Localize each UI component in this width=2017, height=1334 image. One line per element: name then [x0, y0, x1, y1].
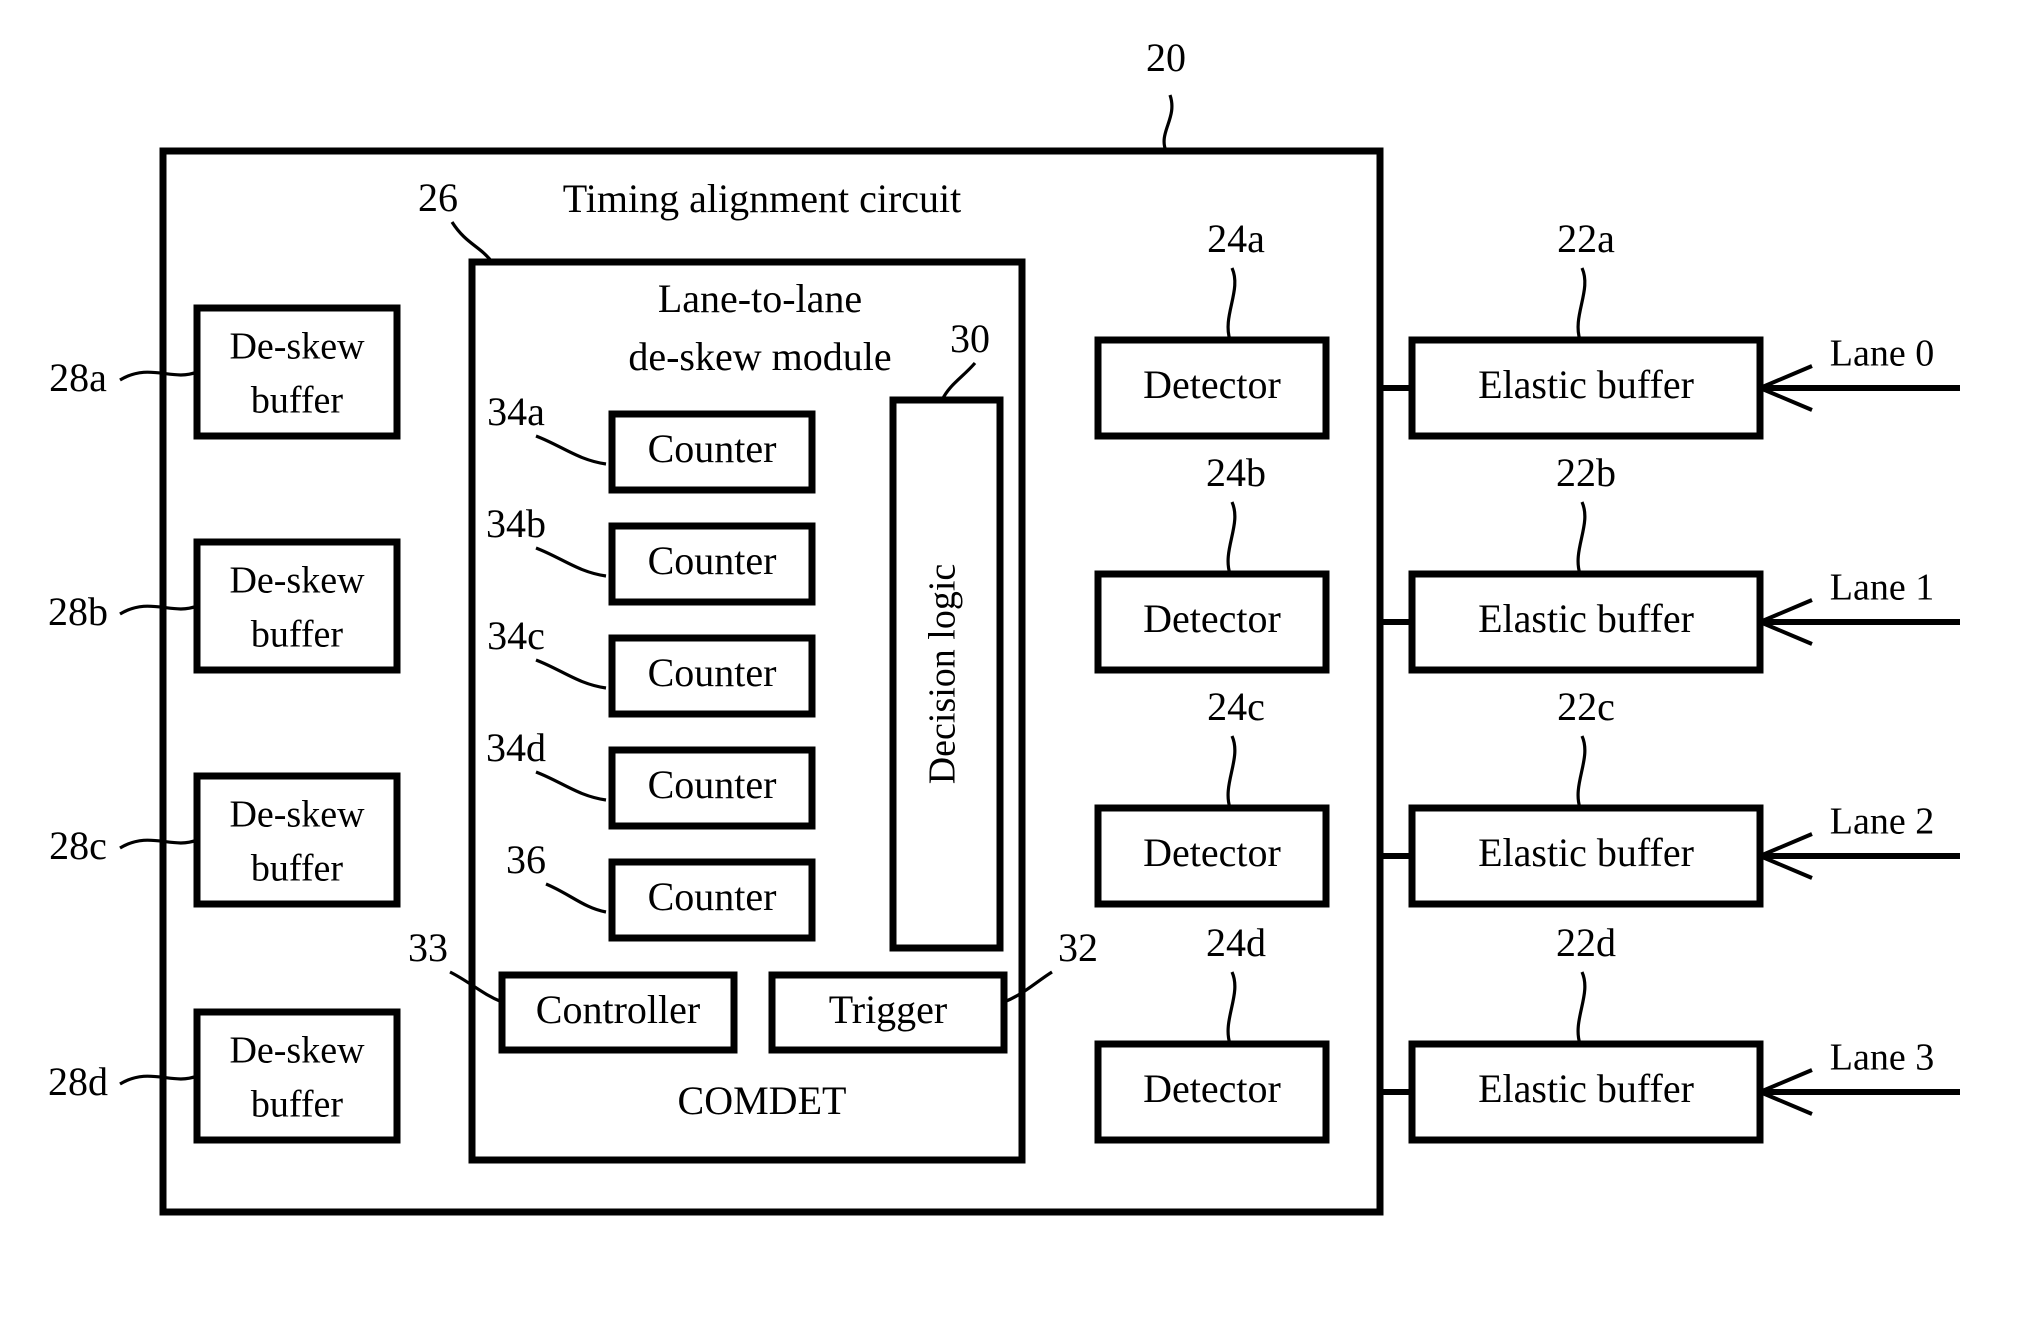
deskew-buffer-c-line2: buffer: [251, 848, 343, 890]
counter-c-label: Counter: [648, 650, 777, 695]
ref-label-26: 26: [418, 175, 458, 220]
decision-logic-label: Decision logic: [922, 564, 964, 785]
elastic-buffer-d-label: Elastic buffer: [1478, 1066, 1694, 1111]
leader-line-20: [1162, 94, 1174, 152]
leader-line-22c: [1576, 735, 1587, 809]
detector-d-label: Detector: [1143, 1066, 1281, 1111]
trigger-label: Trigger: [829, 987, 948, 1032]
counter-b-label: Counter: [648, 538, 777, 583]
diagram-svg: 20 Timing alignment circuit 26 Lane-to-l…: [48, 35, 1960, 1216]
outer-title: Timing alignment circuit: [563, 176, 962, 221]
ref-label-22d: 22d: [1556, 920, 1616, 965]
deskew-buffer-a-line2: buffer: [251, 380, 343, 422]
ref-label-36: 36: [506, 837, 546, 882]
ref-label-22a: 22a: [1557, 216, 1615, 261]
lane-1-label: Lane 1: [1830, 567, 1934, 609]
deskew-buffer-d-line1: De-skew: [229, 1030, 365, 1072]
ref-label-24a: 24a: [1207, 216, 1265, 261]
ref-label-24c: 24c: [1207, 684, 1265, 729]
figure-canvas: 20 Timing alignment circuit 26 Lane-to-l…: [0, 0, 2017, 1334]
deskew-buffer-c-line1: De-skew: [229, 794, 365, 836]
ref-label-28b: 28b: [48, 589, 108, 634]
ref-label-28a: 28a: [49, 355, 107, 400]
counter-a-label: Counter: [648, 426, 777, 471]
counter-e-label: Counter: [648, 874, 777, 919]
detector-b-label: Detector: [1143, 596, 1281, 641]
ref-label-33: 33: [408, 925, 448, 970]
ref-label-30: 30: [950, 316, 990, 361]
ref-label-34a: 34a: [487, 389, 545, 434]
ref-label-28d: 28d: [48, 1059, 108, 1104]
deskew-module-title-line1: Lane-to-lane: [658, 276, 862, 321]
lane-0-label: Lane 0: [1830, 333, 1934, 375]
ref-label-22c: 22c: [1557, 684, 1615, 729]
ref-label-34b: 34b: [486, 501, 546, 546]
lane-2-label: Lane 2: [1830, 801, 1934, 843]
arrowheads-lane-in: [1759, 364, 1813, 1116]
ref-label-34c: 34c: [487, 613, 545, 658]
elastic-buffer-a-label: Elastic buffer: [1478, 362, 1694, 407]
detector-c-label: Detector: [1143, 830, 1281, 875]
ref-label-22b: 22b: [1556, 450, 1616, 495]
deskew-buffer-b-line1: De-skew: [229, 560, 365, 602]
deskew-buffer-d-line2: buffer: [251, 1084, 343, 1126]
elastic-buffer-b-label: Elastic buffer: [1478, 596, 1694, 641]
ref-label-20: 20: [1146, 35, 1186, 80]
deskew-module-title-line2: de-skew module: [628, 334, 891, 379]
leader-line-22b: [1576, 501, 1587, 575]
ref-label-28c: 28c: [49, 823, 107, 868]
ref-label-24b: 24b: [1206, 450, 1266, 495]
deskew-buffer-a-line1: De-skew: [229, 326, 365, 368]
ref-label-24d: 24d: [1206, 920, 1266, 965]
ref-label-32: 32: [1058, 925, 1098, 970]
counter-d-label: Counter: [648, 762, 777, 807]
leader-line-22d: [1576, 971, 1587, 1045]
comdet-label: COMDET: [678, 1078, 847, 1123]
leader-line-22a: [1576, 267, 1587, 341]
lane-3-label: Lane 3: [1830, 1037, 1934, 1079]
elastic-buffer-c-label: Elastic buffer: [1478, 830, 1694, 875]
ref-label-34d: 34d: [486, 725, 546, 770]
detector-a-label: Detector: [1143, 362, 1281, 407]
deskew-buffer-b-line2: buffer: [251, 614, 343, 656]
controller-label: Controller: [536, 987, 700, 1032]
